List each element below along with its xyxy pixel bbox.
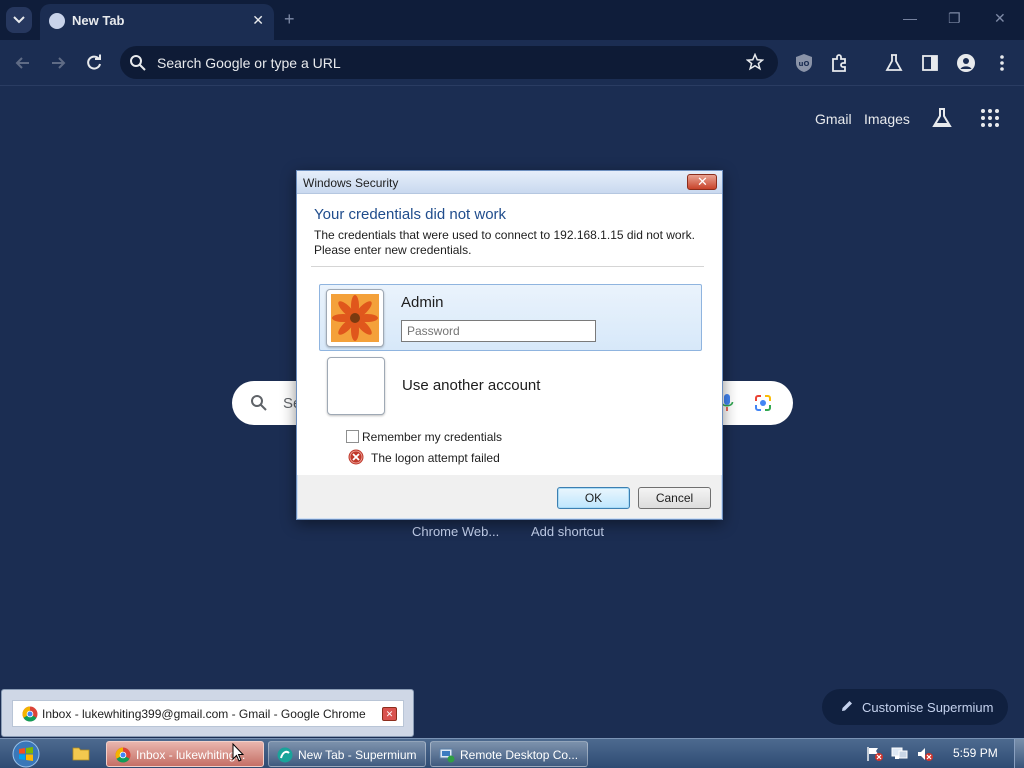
- labs-flask-icon[interactable]: [931, 107, 953, 129]
- thumbnail-window-entry[interactable]: Inbox - lukewhiting399@gmail.com - Gmail…: [12, 700, 404, 727]
- close-window-button[interactable]: ✕: [994, 10, 1006, 27]
- new-tab-button[interactable]: +: [284, 9, 295, 29]
- thumbnail-close-button[interactable]: ✕: [382, 707, 397, 721]
- search-icon: [251, 395, 267, 411]
- svg-text:uO: uO: [799, 60, 810, 68]
- bookmark-star-icon[interactable]: [746, 53, 764, 71]
- google-apps-icon[interactable]: [980, 108, 1000, 128]
- restore-button[interactable]: ❐: [948, 10, 961, 27]
- dialog-titlebar[interactable]: Windows Security ✕: [297, 171, 722, 194]
- tab-title: New Tab: [72, 13, 125, 28]
- forward-icon[interactable]: [48, 53, 68, 73]
- close-icon: ✕: [697, 174, 708, 189]
- address-bar-placeholder: Search Google or type a URL: [157, 55, 341, 71]
- show-desktop-button[interactable]: [1014, 739, 1024, 768]
- thumbnail-title: Inbox - lukewhiting399@gmail.com - Gmail…: [42, 707, 366, 721]
- minimize-button[interactable]: —: [903, 10, 917, 26]
- supermium-icon: [277, 747, 293, 763]
- account-name: Admin: [401, 294, 444, 311]
- search-icon: [130, 55, 146, 71]
- dialog-message: The credentials that were used to connec…: [314, 228, 695, 257]
- remote-desktop-icon: [439, 748, 455, 763]
- chevron-down-icon: [13, 16, 25, 24]
- action-center-flag-icon[interactable]: [866, 746, 884, 762]
- dialog-body: Your credentials did not work The creden…: [297, 194, 722, 475]
- address-bar[interactable]: Search Google or type a URL: [120, 46, 778, 79]
- windows-security-dialog: Windows Security ✕ Your credentials did …: [296, 170, 723, 520]
- mouse-cursor-icon: [232, 743, 244, 762]
- gmail-link[interactable]: Gmail: [815, 111, 852, 127]
- side-panel-icon[interactable]: [920, 53, 940, 73]
- google-lens-icon[interactable]: [753, 393, 773, 413]
- tab-favicon-icon: [49, 13, 65, 29]
- other-account-tile[interactable]: [327, 357, 385, 415]
- taskbar-button-remote-desktop[interactable]: Remote Desktop Co...: [430, 741, 588, 767]
- taskbar-button-label: Inbox - lukewhiting...: [136, 748, 246, 762]
- remember-credentials-checkbox[interactable]: [346, 430, 359, 443]
- ok-button[interactable]: OK: [557, 487, 630, 509]
- avatar: [326, 289, 384, 347]
- flower-avatar-icon: [331, 294, 379, 342]
- reload-icon[interactable]: [84, 53, 104, 73]
- customise-label: Customise Supermium: [862, 700, 994, 715]
- taskbar-button-new-tab[interactable]: New Tab - Supermium: [268, 741, 426, 767]
- customise-button[interactable]: Customise Supermium: [822, 689, 1008, 725]
- dialog-heading: Your credentials did not work: [314, 206, 507, 223]
- more-menu-icon[interactable]: [992, 53, 1012, 73]
- shortcut-chrome-web-store[interactable]: Chrome Web...: [412, 524, 499, 539]
- images-link[interactable]: Images: [864, 111, 910, 127]
- chrome-icon: [115, 747, 131, 763]
- tab-close-icon[interactable]: ✕: [252, 12, 264, 29]
- start-orb-icon[interactable]: [9, 739, 44, 768]
- browser-toolbar: Search Google or type a URL uO: [0, 40, 1024, 86]
- taskbar-button-label: Remote Desktop Co...: [460, 748, 579, 762]
- tab-new-tab[interactable]: New Tab ✕: [40, 4, 274, 40]
- tab-search-button[interactable]: [6, 7, 32, 33]
- network-icon[interactable]: [891, 746, 909, 762]
- remember-credentials-label[interactable]: Remember my credentials: [362, 430, 502, 444]
- error-icon: [348, 449, 364, 465]
- taskbar-clock[interactable]: 5:59 PM: [953, 746, 998, 760]
- dialog-separator: [311, 266, 704, 267]
- profile-icon[interactable]: [956, 53, 976, 73]
- use-another-account-label[interactable]: Use another account: [402, 377, 540, 394]
- taskbar-button-label: New Tab - Supermium: [298, 748, 417, 762]
- browser-titlebar: New Tab ✕ + — ❐ ✕: [0, 0, 1024, 40]
- file-explorer-icon[interactable]: [72, 745, 90, 761]
- password-input[interactable]: [401, 320, 596, 342]
- ublock-origin-icon[interactable]: uO: [794, 53, 814, 73]
- back-icon[interactable]: [13, 53, 33, 73]
- cancel-button[interactable]: Cancel: [638, 487, 711, 509]
- shortcut-add[interactable]: Add shortcut: [531, 524, 604, 539]
- account-tile-admin[interactable]: Admin: [319, 284, 702, 351]
- volume-muted-icon[interactable]: [916, 746, 934, 762]
- labs-flask-icon[interactable]: [884, 53, 904, 73]
- dialog-title: Windows Security: [303, 176, 399, 190]
- logon-error-text: The logon attempt failed: [371, 451, 500, 465]
- pencil-icon: [842, 701, 852, 711]
- dialog-close-button[interactable]: ✕: [687, 174, 717, 190]
- taskbar-thumbnail-popup: Inbox - lukewhiting399@gmail.com - Gmail…: [1, 689, 414, 737]
- chrome-icon: [22, 706, 38, 722]
- extensions-icon[interactable]: [830, 53, 850, 73]
